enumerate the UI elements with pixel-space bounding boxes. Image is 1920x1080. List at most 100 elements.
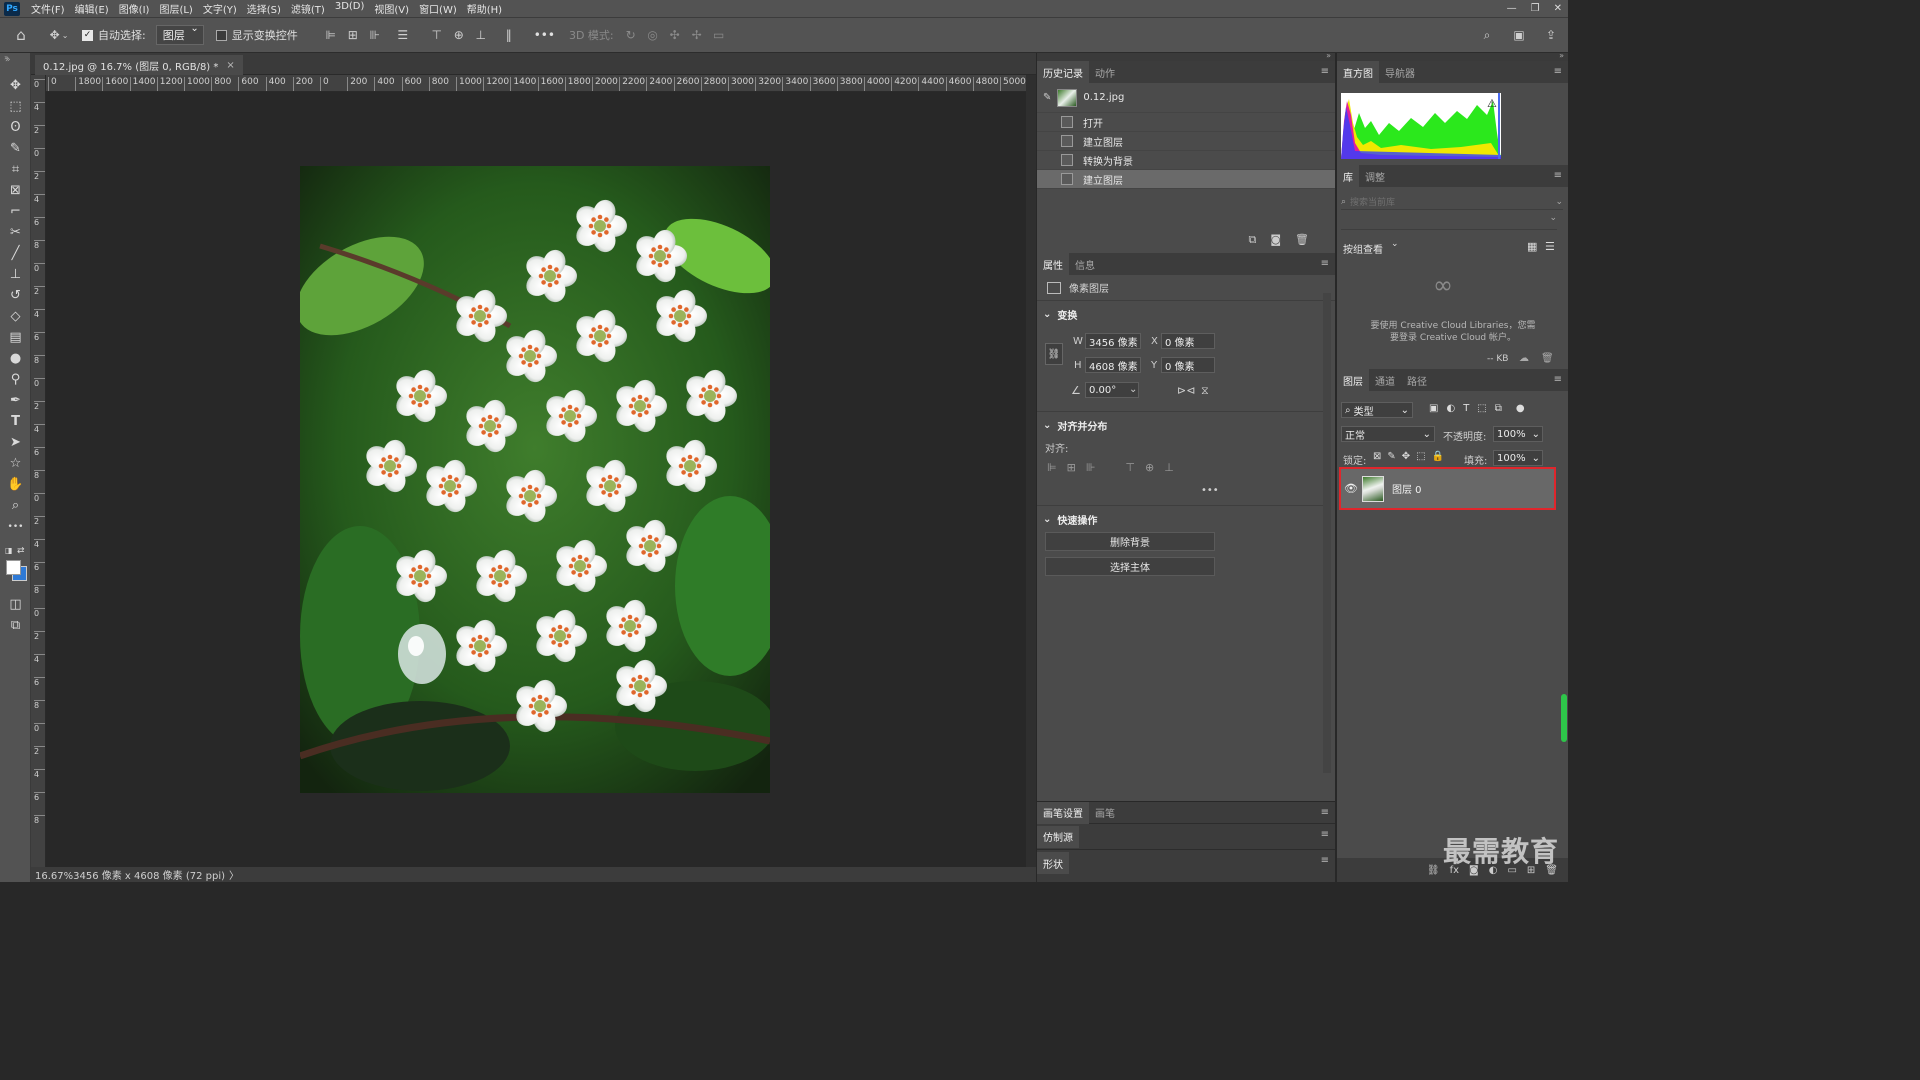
close-tab-icon[interactable]: × — [226, 60, 234, 71]
menu-item[interactable]: 图层(L) — [154, 1, 197, 16]
document-image[interactable] — [300, 166, 770, 793]
move-tool-preset-icon[interactable]: ✥ ⌄ — [50, 26, 69, 44]
y-field[interactable]: 0 像素 — [1161, 357, 1215, 373]
marquee-tool-icon[interactable]: ⬚ — [0, 96, 31, 117]
share-icon[interactable]: ⇪ — [1542, 26, 1560, 44]
width-field[interactable]: 3456 像素 — [1085, 333, 1141, 349]
history-brush-source-icon[interactable]: ✎ — [1043, 92, 1051, 103]
tab-libraries[interactable]: 库 — [1337, 165, 1359, 187]
foreground-color-swatch[interactable] — [6, 560, 21, 575]
search-dropdown-icon[interactable]: ⌄ — [1555, 197, 1563, 207]
swap-colors-icon[interactable]: ⇄ — [17, 546, 25, 556]
link-layers-icon[interactable]: ⛓ — [1427, 865, 1440, 876]
filter-shape-icon[interactable]: ⬚ — [1477, 403, 1486, 414]
vertical-scrollbar[interactable] — [1026, 75, 1036, 867]
quick-select-tool-icon[interactable]: ✎ — [0, 138, 31, 159]
menu-item[interactable]: 图像(I) — [114, 1, 155, 16]
tab-info[interactable]: 信息 — [1069, 253, 1101, 275]
tab-shapes[interactable]: 形状 — [1037, 852, 1069, 874]
more-options-button[interactable]: ••• — [534, 28, 555, 42]
panel-menu-icon[interactable]: ≡ — [1321, 258, 1329, 269]
cloud-sync-icon[interactable]: ☁ — [1519, 353, 1529, 364]
tab-actions[interactable]: 动作 — [1089, 61, 1121, 83]
align-center-h-icon[interactable]: ⊞ — [344, 26, 362, 44]
default-colors-icon[interactable]: ◨ — [5, 546, 13, 555]
horizontal-ruler[interactable]: 0 1800 1600 1400 1200 1000 800 600 400 200 0 200 400… — [46, 75, 1026, 92]
select-subject-button[interactable]: 选择主体 — [1045, 557, 1215, 576]
angle-dropdown-icon[interactable]: ⌄ — [1129, 384, 1137, 395]
gradient-tool-icon[interactable]: ▤ — [0, 327, 31, 348]
align-right-icon[interactable]: ⊪ — [1086, 461, 1096, 474]
menu-item[interactable]: 滤镜(T) — [286, 1, 330, 16]
history-brush-tool-icon[interactable]: ↺ — [0, 285, 31, 306]
document-tab[interactable]: 0.12.jpg @ 16.7% (图层 0, RGB/8) * × — [35, 55, 243, 75]
history-state[interactable]: 建立图层 — [1037, 132, 1335, 151]
group-by-dropdown[interactable]: 按组查看 — [1343, 241, 1383, 256]
visibility-eye-icon[interactable]: 👁 — [1340, 482, 1362, 495]
flip-horizontal-icon[interactable]: ⊳⊲ — [1177, 384, 1195, 397]
quick-mask-icon[interactable]: ◫ — [0, 594, 31, 615]
lock-artboard-icon[interactable]: ⬚ — [1416, 451, 1425, 462]
filter-smart-object-icon[interactable]: ⧉ — [1495, 403, 1502, 414]
menu-item[interactable]: 窗口(W) — [414, 1, 462, 16]
align-left-icon[interactable]: ⊫ — [1047, 461, 1057, 474]
library-selector[interactable]: ⌄ — [1341, 213, 1557, 230]
blur-tool-icon[interactable]: ● — [0, 348, 31, 369]
quick-actions-header[interactable]: ⌄ 快速操作 — [1037, 512, 1097, 527]
canvas-area[interactable] — [46, 92, 1026, 867]
minimize-icon[interactable]: — — [1507, 3, 1517, 14]
healing-tool-icon[interactable]: ✂ — [0, 222, 31, 243]
filter-type-icon[interactable]: T — [1463, 403, 1469, 414]
pen-tool-icon[interactable]: ✒ — [0, 390, 31, 411]
zoom-tool-icon[interactable]: ⌕ — [0, 495, 31, 516]
x-field[interactable]: 0 像素 — [1161, 333, 1215, 349]
brush-tool-icon[interactable]: ╱ — [0, 243, 31, 264]
eraser-tool-icon[interactable]: ◇ — [0, 306, 31, 327]
color-swatches[interactable]: ◨ ⇄ — [5, 546, 27, 586]
tab-navigator[interactable]: 导航器 — [1379, 61, 1421, 83]
tab-layers[interactable]: 图层 — [1337, 369, 1369, 391]
stamp-tool-icon[interactable]: ⊥ — [0, 264, 31, 285]
restore-icon[interactable]: ❐ — [1531, 3, 1540, 14]
properties-scrollbar[interactable] — [1323, 293, 1331, 773]
panel-menu-icon[interactable]: ≡ — [1554, 374, 1562, 385]
lock-all-icon[interactable]: 🔒 — [1432, 451, 1444, 462]
align-bottom-icon[interactable]: ⊥ — [1164, 461, 1174, 474]
tab-brushes[interactable]: 画笔 — [1089, 802, 1121, 824]
crop-tool-icon[interactable]: ⌗ — [0, 159, 31, 180]
menu-item[interactable]: 编辑(E) — [70, 1, 114, 16]
path-select-tool-icon[interactable]: ➤ — [0, 432, 31, 453]
lasso-tool-icon[interactable]: ʘ — [0, 117, 31, 138]
auto-select-dropdown[interactable]: 图层 — [155, 23, 204, 45]
tab-properties[interactable]: 属性 — [1037, 253, 1069, 275]
histogram-warning-icon[interactable]: ⚠ — [1487, 97, 1497, 110]
collapse-panels-icon[interactable]: » — [1326, 51, 1331, 60]
screen-mode-icon[interactable]: ⧉ — [0, 615, 31, 636]
snapshot-camera-icon[interactable]: ◙ — [1270, 233, 1281, 247]
panel-menu-icon[interactable]: ≡ — [1321, 807, 1329, 818]
menu-item[interactable]: 文字(Y) — [198, 1, 242, 16]
menu-item[interactable]: 3D(D) — [330, 1, 370, 16]
tab-paths[interactable]: 路径 — [1401, 369, 1433, 391]
lock-transparency-icon[interactable]: ⊠ — [1373, 451, 1381, 462]
chevron-down-icon[interactable]: ⌄ — [1391, 239, 1399, 249]
new-document-from-state-icon[interactable]: ⧉ — [1248, 233, 1256, 247]
dodge-tool-icon[interactable]: ⚲ — [0, 369, 31, 390]
more-tools-icon[interactable]: ••• — [0, 516, 31, 537]
menu-item[interactable]: 选择(S) — [242, 1, 286, 16]
move-tool-icon[interactable]: ✥ — [0, 75, 31, 96]
blend-mode-dropdown[interactable]: 正常 ⌄ — [1341, 426, 1435, 442]
panel-menu-icon[interactable]: ≡ — [1554, 66, 1562, 77]
eyedropper-tool-icon[interactable]: ⌐ — [0, 201, 31, 222]
grid-view-icon[interactable]: ▦ — [1527, 240, 1537, 253]
workspace-icon[interactable]: ▣ — [1510, 26, 1528, 44]
transform-section-header[interactable]: ⌄ 变换 — [1037, 307, 1335, 322]
remove-background-button[interactable]: 删除背景 — [1045, 532, 1215, 551]
collapse-panels-icon[interactable]: » — [1559, 51, 1564, 60]
filter-pixel-icon[interactable]: ▣ — [1429, 403, 1438, 414]
menu-item[interactable]: 视图(V) — [369, 1, 414, 16]
tab-channels[interactable]: 通道 — [1369, 369, 1401, 391]
tab-brush-settings[interactable]: 画笔设置 — [1037, 801, 1089, 824]
vertical-ruler[interactable]: 0 4 2 0 2 4 6 8 0 2 4 6 8 0 2 4 6 8 0 2 4 6 8 0 2 4 6 8 0 2 4 6 8 — [31, 75, 46, 867]
delete-state-icon[interactable]: 🗑 — [1295, 233, 1309, 247]
